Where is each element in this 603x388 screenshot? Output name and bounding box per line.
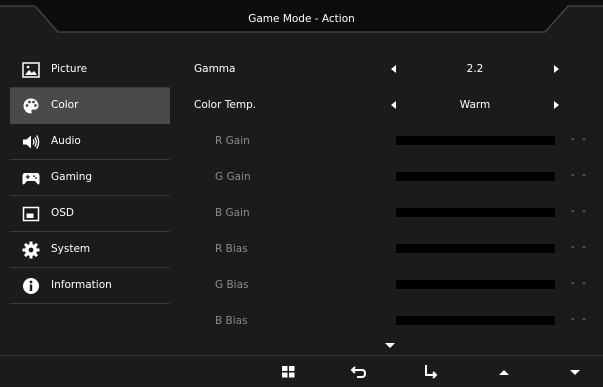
gamma-decrease-arrow-icon[interactable] [391,65,396,73]
sidebar-item-information[interactable]: Information [10,268,170,304]
osd-icon [22,206,40,222]
sidebar-item-gaming[interactable]: Gaming [10,160,170,196]
sidebar-item-audio[interactable]: Audio [10,124,170,160]
gamepad-icon [22,173,40,185]
g-gain-value: - - [571,169,588,181]
sidebar-item-label: Color [51,99,79,111]
picture-icon [22,62,40,78]
color-temp-value: Warm [459,99,491,111]
r-bias-slider [396,244,555,253]
g-gain-row: G Gain - - [180,160,590,196]
down-icon[interactable] [565,363,585,381]
sidebar-item-picture[interactable]: Picture [10,52,170,88]
sidebar-item-osd[interactable]: OSD [10,196,170,232]
b-gain-slider [396,208,555,217]
r-gain-label: R Gain [215,135,250,147]
sidebar-item-system[interactable]: System [10,232,170,268]
sidebar-item-label: System [51,243,91,255]
header: Game Mode - Action [0,0,603,40]
r-bias-row: R Bias - - [180,232,590,268]
color-temp-increase-arrow-icon[interactable] [554,101,559,109]
b-bias-value: - - [571,313,588,325]
color-temp-label: Color Temp. [194,99,257,111]
sidebar-item-label: OSD [51,207,75,219]
enter-icon[interactable] [421,363,441,381]
g-bias-slider [396,280,555,289]
b-bias-label: B Bias [215,315,248,327]
sidebar-item-color[interactable]: Color [10,88,170,124]
r-bias-label: R Bias [215,243,248,255]
back-icon[interactable] [349,363,369,381]
g-bias-row: G Bias - - [180,268,590,304]
r-bias-value: - - [571,241,588,253]
sidebar-item-label: Picture [51,63,88,75]
footer-controls [0,355,603,388]
b-gain-row: B Gain - - [180,196,590,232]
g-bias-value: - - [571,277,588,289]
scroll-down-indicator-icon [385,343,395,348]
g-gain-slider [396,172,555,181]
sidebar-item-label: Information [51,279,112,291]
r-gain-slider [396,136,555,145]
sidebar: Picture Color Audio Gaming OSD System In… [10,52,170,304]
gamma-label: Gamma [194,63,236,75]
speaker-icon [23,135,40,149]
g-gain-label: G Gain [215,171,251,183]
menu-grid-icon[interactable] [279,363,299,381]
r-gain-value: - - [571,133,588,145]
r-gain-row: R Gain - - [180,124,590,160]
b-gain-value: - - [571,205,588,217]
g-bias-label: G Bias [215,279,249,291]
up-icon[interactable] [494,363,514,381]
gamma-row[interactable]: Gamma 2.2 [180,52,590,88]
b-gain-label: B Gain [215,207,250,219]
color-temp-decrease-arrow-icon[interactable] [391,101,396,109]
info-icon [23,278,39,294]
b-bias-slider [396,316,555,325]
gamma-value: 2.2 [466,63,484,75]
page-title: Game Mode - Action [248,13,355,25]
palette-icon [23,98,39,114]
sidebar-item-label: Gaming [51,171,93,183]
sidebar-item-label: Audio [51,135,81,147]
gamma-increase-arrow-icon[interactable] [554,65,559,73]
gear-icon [22,241,40,259]
color-temp-row[interactable]: Color Temp. Warm [180,88,590,124]
b-bias-row: B Bias - - [180,304,590,340]
osd-menu: Game Mode - Action Picture Color Audio G… [0,0,603,387]
